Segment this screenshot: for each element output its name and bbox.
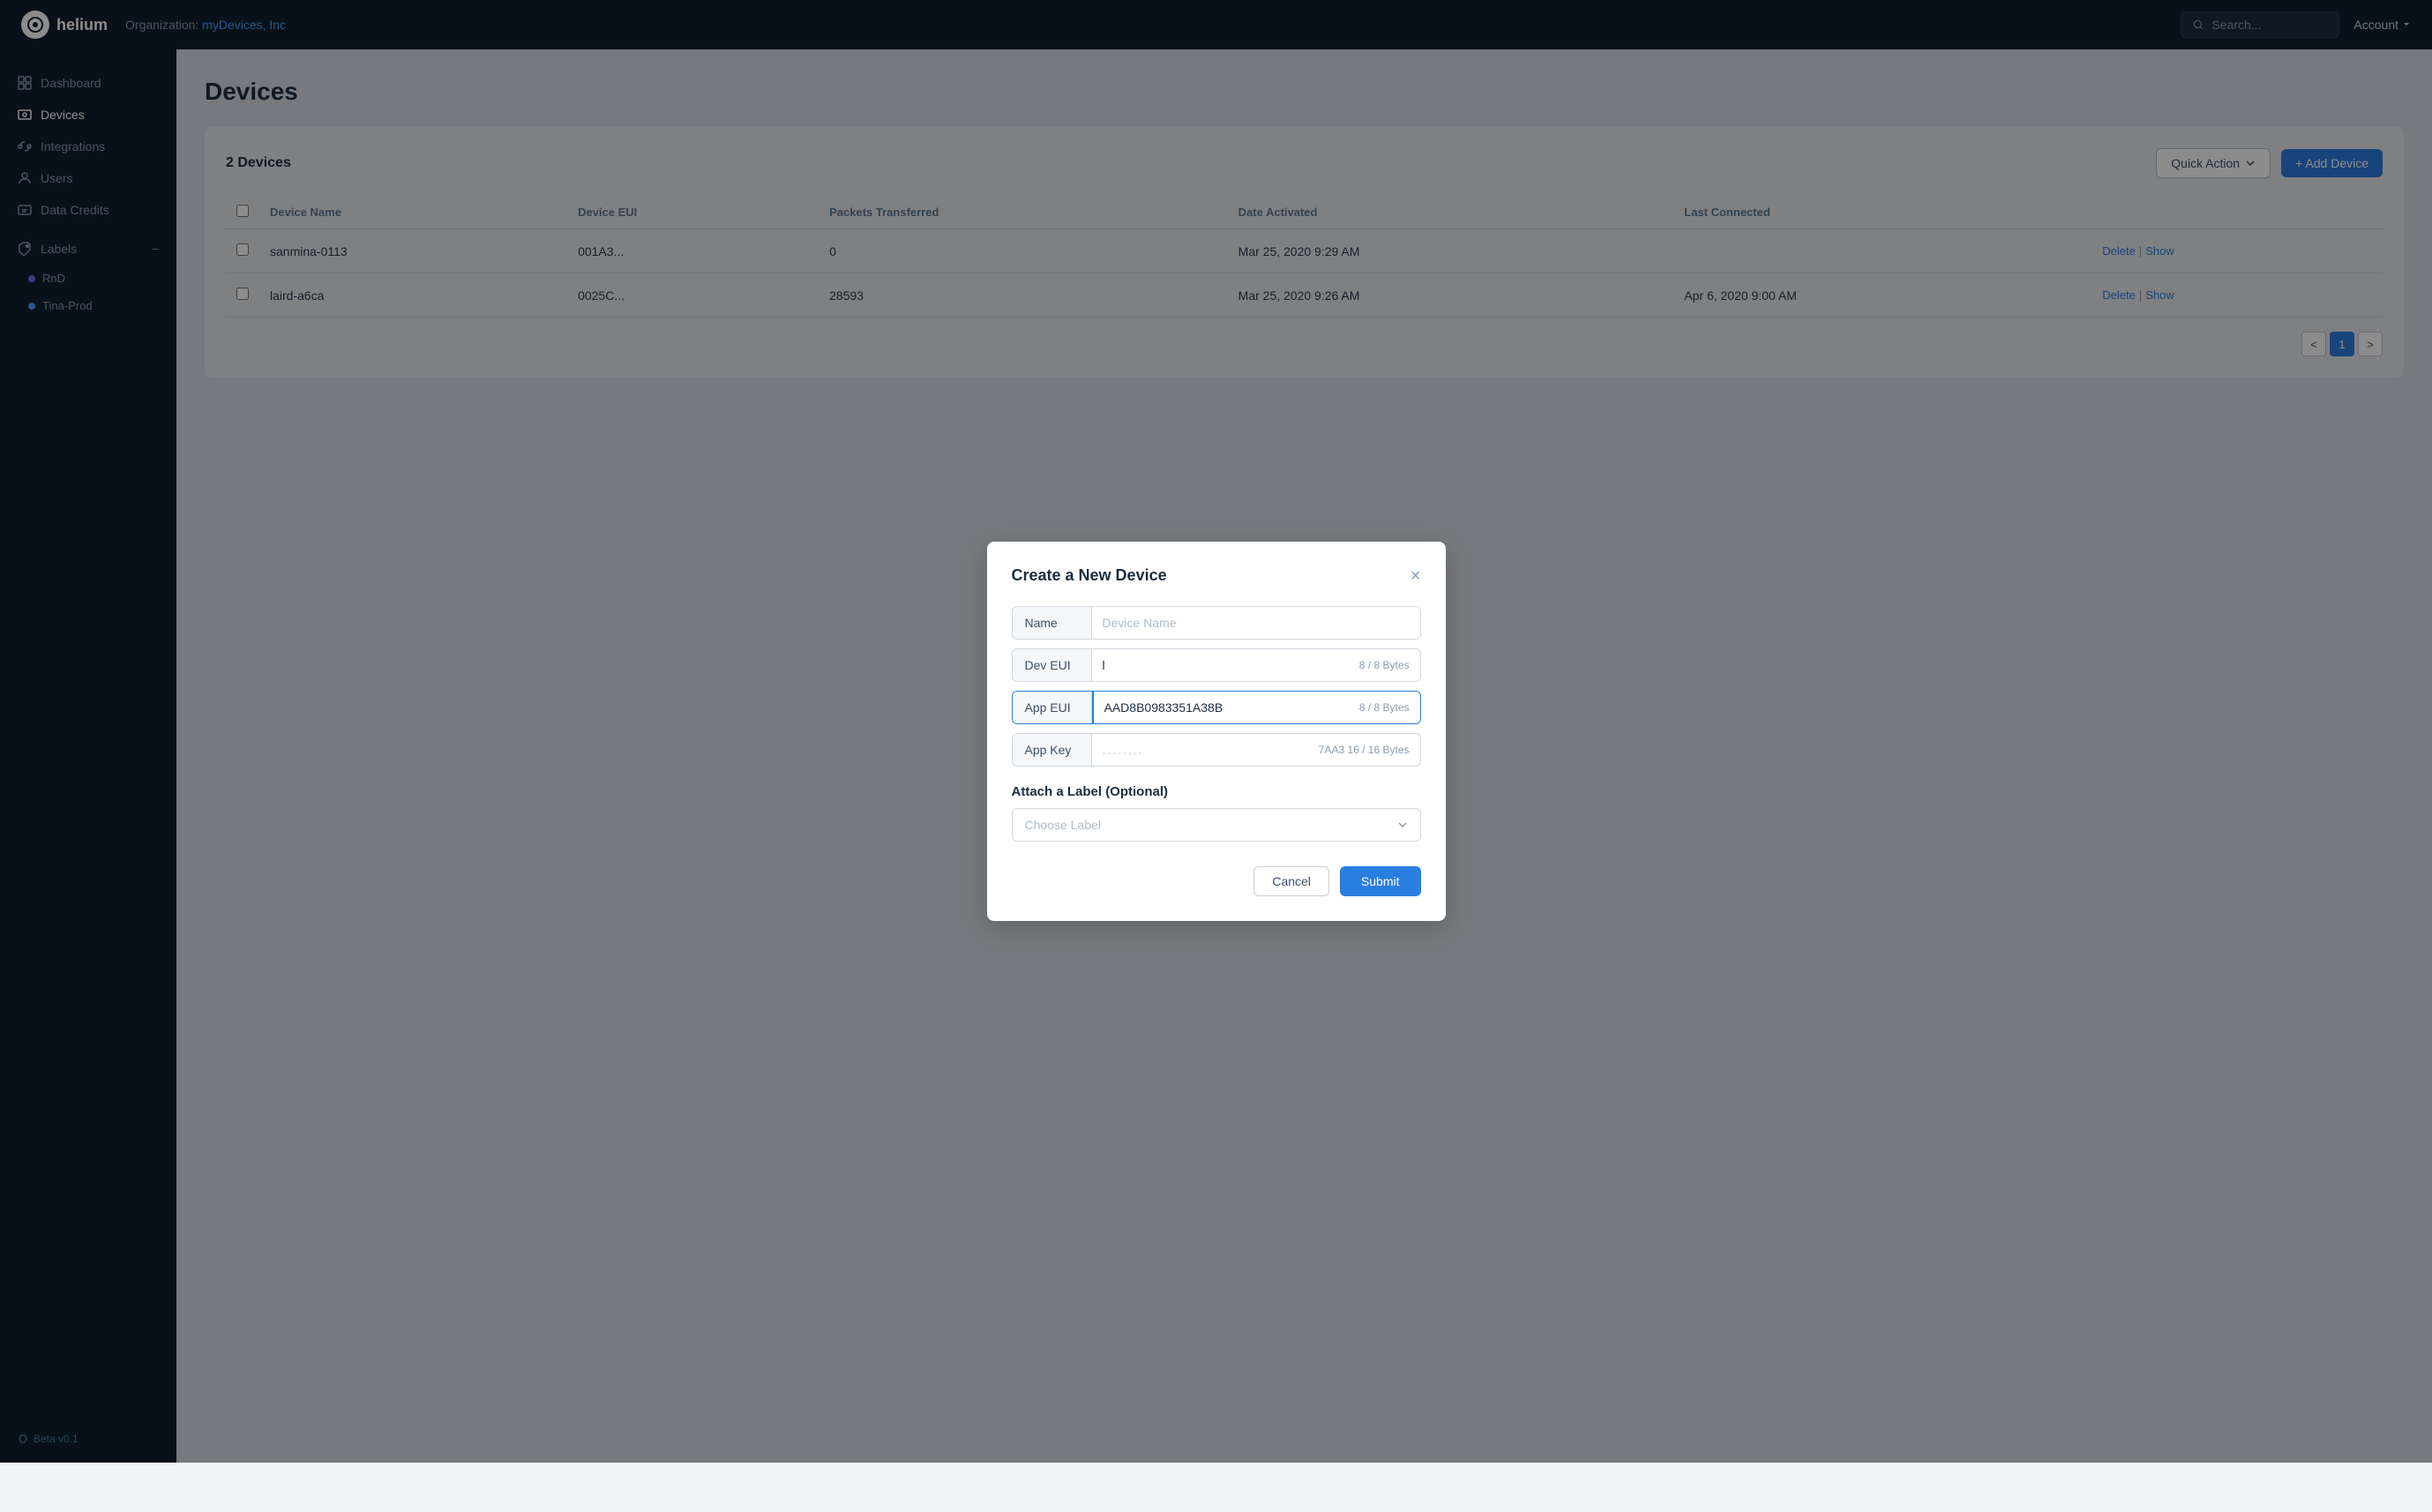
field-input-wrap-app-eui: 8 / 8 Bytes	[1092, 692, 1420, 723]
field-input-wrap-app-key: 7AA3 16 / 16 Bytes	[1092, 734, 1420, 766]
modal-header: Create a New Device ×	[1012, 566, 1421, 585]
choose-label-dropdown[interactable]: Choose Label	[1012, 808, 1421, 842]
field-input-wrap-name	[1092, 607, 1420, 639]
form-row-app-eui: App EUI 8 / 8 Bytes	[1012, 691, 1421, 724]
choose-label-placeholder: Choose Label	[1025, 818, 1101, 832]
form-row-name: Name	[1012, 606, 1421, 640]
field-label-app-eui: App EUI	[1013, 692, 1092, 723]
cancel-button[interactable]: Cancel	[1253, 866, 1329, 896]
form-row-app-key: App Key 7AA3 16 / 16 Bytes	[1012, 733, 1421, 767]
form-row-dev-eui: Dev EUI 8 / 8 Bytes	[1012, 648, 1421, 682]
modal-close-button[interactable]: ×	[1411, 567, 1421, 585]
field-label-name: Name	[1013, 607, 1092, 639]
dev-eui-input[interactable]	[1092, 649, 1349, 681]
app-eui-bytes: 8 / 8 Bytes	[1349, 701, 1420, 714]
app-eui-input[interactable]	[1092, 692, 1349, 723]
app-key-bytes: 7AA3 16 / 16 Bytes	[1308, 744, 1420, 756]
modal-footer: Cancel Submit	[1012, 866, 1421, 896]
submit-button[interactable]: Submit	[1340, 866, 1421, 896]
app-key-input[interactable]	[1092, 734, 1308, 766]
modal-title: Create a New Device	[1012, 566, 1167, 585]
dev-eui-bytes: 8 / 8 Bytes	[1349, 659, 1420, 671]
name-input[interactable]	[1092, 607, 1420, 639]
field-input-wrap-dev-eui: 8 / 8 Bytes	[1092, 649, 1420, 681]
modal-overlay: Create a New Device × Name Dev EUI 8 / 8…	[0, 0, 2432, 1463]
field-label-app-key: App Key	[1013, 734, 1092, 766]
attach-label-title: Attach a Label (Optional)	[1012, 784, 1421, 799]
label-dropdown-chevron	[1397, 820, 1408, 830]
create-device-modal: Create a New Device × Name Dev EUI 8 / 8…	[987, 542, 1446, 921]
field-label-dev-eui: Dev EUI	[1013, 649, 1092, 681]
